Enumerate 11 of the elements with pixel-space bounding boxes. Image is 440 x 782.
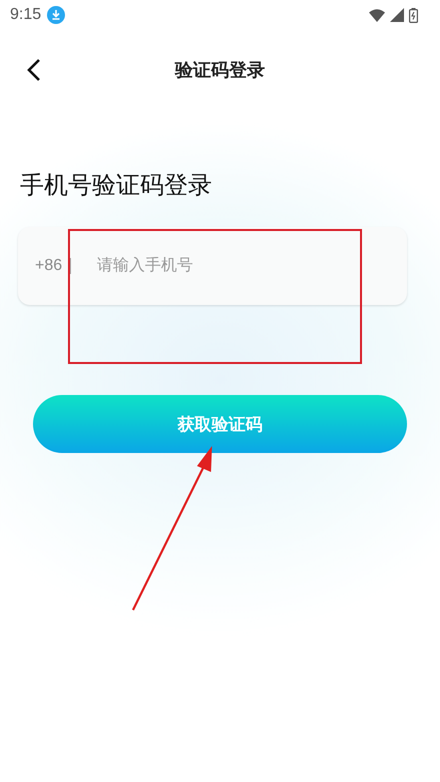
back-button[interactable]	[27, 58, 41, 82]
get-code-button[interactable]: 获取验证码	[33, 395, 407, 453]
battery-icon	[409, 8, 418, 22]
phone-field[interactable]: +86 请输入手机号	[18, 227, 407, 305]
page-title: 验证码登录	[174, 59, 266, 82]
signal-icon	[390, 8, 404, 22]
login-heading: 手机号验证码登录	[20, 170, 213, 201]
wifi-icon	[369, 8, 385, 22]
download-icon	[47, 6, 66, 24]
country-code[interactable]: +86	[35, 257, 62, 275]
status-time: 9:15	[10, 6, 42, 24]
